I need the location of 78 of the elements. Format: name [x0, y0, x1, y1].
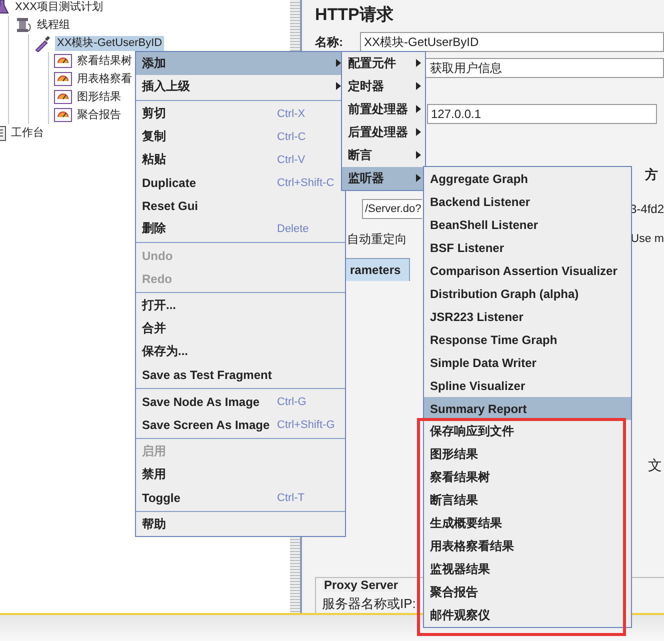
menu-item[interactable]: 察看结果树 [424, 466, 631, 489]
tree-item[interactable]: 用表格察看 [75, 72, 134, 86]
gauge-icon [54, 54, 72, 68]
menu-item[interactable]: 断言 [342, 144, 425, 167]
menu-item[interactable]: Reset Gui [136, 194, 345, 217]
submenu-arrow-icon [416, 59, 421, 67]
menu-item[interactable]: 聚合报告 [424, 581, 631, 604]
shortcut-label: Ctrl-X [277, 108, 306, 120]
menu-item[interactable]: Summary Report [424, 397, 631, 420]
menu-item[interactable]: Duplicate Ctrl+Shift-C [136, 171, 345, 194]
panel-title: HTTP请求 [315, 4, 394, 26]
field-label: 文 [648, 457, 662, 475]
menu-item[interactable]: 邮件观察仪 [424, 604, 631, 627]
menu-item[interactable]: Aggregate Graph [424, 167, 631, 190]
menu-item[interactable]: BeanShell Listener [424, 213, 631, 236]
tree-item[interactable]: 图形结果 [75, 90, 123, 104]
menu-item[interactable]: 删除 Delete [136, 217, 345, 240]
menu-item[interactable]: JSR223 Listener [424, 305, 631, 328]
menu-item[interactable]: Save Node As Image Ctrl-G [136, 390, 345, 413]
menu-item[interactable]: 保存响应到文件 [424, 420, 631, 443]
menu-item[interactable]: Save as Test Fragment [136, 363, 345, 386]
menu-item[interactable]: 监听器 [342, 167, 425, 190]
menu-item[interactable]: 复制 Ctrl-C [136, 125, 345, 148]
menu-item[interactable]: 图形结果 [424, 443, 631, 466]
gauge-icon [54, 90, 72, 104]
menu-item[interactable]: 打开... [136, 294, 345, 317]
tree-item[interactable]: XXX项目测试计划 [13, 0, 106, 14]
submenu-arrow-icon [416, 82, 421, 90]
tree-item[interactable]: XX模块-GetUserByID [55, 36, 164, 50]
menu-item[interactable]: Save Screen As Image Ctrl+Shift-G [136, 413, 345, 436]
spool-icon [14, 16, 32, 34]
text-field[interactable]: /Server.do? [362, 199, 422, 219]
group-title: Proxy Server [322, 578, 400, 592]
submenu-arrow-icon [416, 151, 421, 159]
gauge-icon [54, 72, 72, 86]
field-label: 方 [645, 166, 658, 184]
menu-item[interactable]: Comparison Assertion Visualizer [424, 259, 631, 282]
pipette-icon [34, 34, 52, 52]
menu-item[interactable]: Backend Listener [424, 190, 631, 213]
menu-item[interactable]: Response Time Graph [424, 328, 631, 351]
shortcut-label: Ctrl+Shift-G [277, 418, 335, 430]
field-text: 3-4fd2 [630, 202, 664, 216]
submenu-arrow-icon [416, 105, 421, 113]
menu-item[interactable]: Spline Visualizer [424, 374, 631, 397]
text-field[interactable]: 127.0.0.1 [427, 104, 657, 124]
text-field[interactable]: XX模块-GetUserByID [360, 32, 664, 52]
checkbox-label: 自动重定向 [347, 230, 407, 248]
menu-item[interactable]: 剪切 Ctrl-X [136, 102, 345, 125]
menu-item[interactable]: 保存为... [136, 340, 345, 363]
menu-item[interactable]: 前置处理器 [342, 98, 425, 121]
menu-item[interactable]: 生成概要结果 [424, 512, 631, 535]
shortcut-label: Ctrl-G [277, 396, 306, 408]
shortcut-label: Ctrl+Shift-C [277, 176, 334, 188]
shortcut-label: Ctrl-C [277, 130, 306, 142]
submenu-arrow-icon [416, 128, 421, 136]
menu-item[interactable]: 禁用 [136, 463, 345, 486]
menu-item[interactable]: 定时器 [342, 75, 425, 98]
field-label: 名称: [315, 34, 344, 50]
menu-item[interactable]: 监视器结果 [424, 558, 631, 581]
field-label: 服务器名称或IP: [322, 595, 416, 613]
menu-item[interactable]: 粘贴 Ctrl-V [136, 148, 345, 171]
menu-item[interactable]: 用表格察看结果 [424, 535, 631, 558]
tree-item[interactable]: 工作台 [9, 126, 46, 140]
tree-item[interactable]: 聚合报告 [75, 108, 123, 122]
menu-item[interactable]: 合并 [136, 317, 345, 340]
menu-item[interactable]: BSF Listener [424, 236, 631, 259]
menu-item[interactable]: 帮助 [136, 513, 345, 536]
tree-item[interactable]: 线程组 [35, 18, 72, 32]
menu-item[interactable]: 断言结果 [424, 489, 631, 512]
menu-item[interactable]: Toggle Ctrl-T [136, 486, 345, 509]
menu-item[interactable]: 后置处理器 [342, 121, 425, 144]
menu-item[interactable]: Simple Data Writer [424, 351, 631, 374]
shortcut-label: Ctrl-T [277, 492, 304, 504]
tree-item[interactable]: 察看结果树 [75, 54, 134, 68]
gauge-icon [54, 108, 72, 122]
menu-item[interactable]: Distribution Graph (alpha) [424, 282, 631, 305]
shortcut-label: Ctrl-V [277, 154, 306, 166]
shortcut-label: Delete [277, 222, 309, 234]
